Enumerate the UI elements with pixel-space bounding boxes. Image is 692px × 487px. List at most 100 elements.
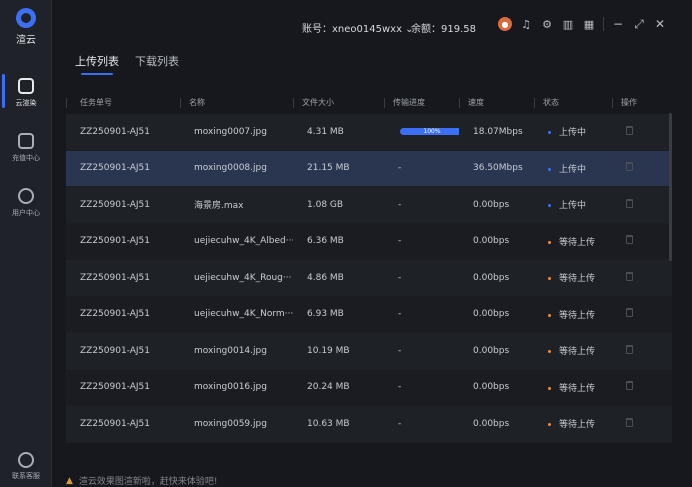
actions-cell [612,235,672,247]
column-header-speed[interactable]: 速度 [459,97,534,108]
status-badge: 等待上传 [559,237,596,248]
table-row[interactable]: ZZ250901-AJ51 海景房.max 1.08 GB - 0.00bps … [66,187,672,224]
column-header-task-id[interactable]: 任务单号 [66,97,180,108]
account-dropdown[interactable]: 账号：xneo0145wxx ⌄ [302,20,414,35]
status-badge: 上传中 [559,128,587,139]
gift-icon[interactable]: ▦ [582,17,596,31]
balance-text: 余额：919.58 [411,24,476,35]
status-badge: 等待上传 [559,310,596,321]
sidebar-item-user-center[interactable]: 用户中心 [0,188,52,218]
tab-download-list[interactable]: 下载列表 [135,53,179,75]
user-icon [18,188,34,204]
status-badge: 等待上传 [559,274,596,285]
status-dot-icon [548,313,551,317]
announcement-icon: ▲ [66,475,73,486]
table-row[interactable]: ZZ250901-AJ51 moxing0007.jpg 4.31 MB 100… [66,114,672,151]
status-badge: 等待上传 [559,383,596,394]
table-row[interactable]: ZZ250901-AJ51 moxing0059.jpg 10.63 MB - … [66,406,672,443]
actions-cell [612,198,672,211]
file-size-cell: 1.08 GB [307,199,344,210]
status-dot-icon [548,350,551,354]
speed-cell: 0.00bps [473,272,510,283]
speed-cell: 36.50Mbps [473,163,523,174]
contact-support-label: 联系客服 [12,472,40,480]
trash-icon[interactable] [626,381,633,391]
speed-cell: 18.07Mbps [473,126,523,137]
upload-table: 任务单号 名称 文件大小 传输进度 速度 状态 操作 ZZ250901-AJ51… [66,92,672,443]
trash-icon[interactable] [626,162,633,172]
speed-cell: 0.00bps [473,345,510,356]
status-cell: 上传中 [534,198,612,211]
transfer-tabs: 上传列表 下载列表 [75,53,179,75]
file-name-cell: moxing0059.jpg [194,418,267,429]
task-id-cell: ZZ250901-AJ51 [80,418,151,429]
actions-cell [612,308,672,320]
logo-text: 渲云 [16,35,36,46]
book-icon[interactable]: ▥ [561,17,575,31]
logo-icon [16,8,36,28]
sidebar-item-label: 云渲染 [15,99,37,107]
trash-icon[interactable] [626,308,633,318]
table-row[interactable]: ZZ250901-AJ51 uejiecuhw_4K_Norm··· 6.93 … [66,296,672,333]
sidebar-item-recharge[interactable]: 充值中心 [0,133,52,163]
header: 账号：xneo0145wxx ⌄ 余额：919.58 ● ♫ ⚙ ▥ ▦ − ⤢… [52,0,692,48]
file-size-cell: 6.93 MB [307,309,344,320]
task-id-cell: ZZ250901-AJ51 [80,126,151,137]
file-size-cell: 21.15 MB [307,163,350,174]
status-badge: 上传中 [559,201,587,212]
maximize-icon[interactable]: ⤢ [632,17,646,31]
table-body: ZZ250901-AJ51 moxing0007.jpg 4.31 MB 100… [66,114,672,443]
table-row[interactable]: ZZ250901-AJ51 uejiecuhw_4K_Roug··· 4.86 … [66,260,672,297]
status-cell: 上传中 [534,125,612,138]
trash-icon[interactable] [626,417,633,427]
gear-icon[interactable]: ⚙ [540,17,554,31]
file-name-cell: uejiecuhw_4K_Albed··· [194,236,293,247]
divider [603,17,604,31]
trash-icon[interactable] [626,235,633,245]
speed-cell: 0.00bps [473,199,510,210]
progress-cell: - [398,272,402,283]
wallet-icon [18,133,34,149]
file-name-cell: moxing0008.jpg [194,163,267,174]
status-dot-icon [548,204,551,208]
table-row[interactable]: ZZ250901-AJ51 uejiecuhw_4K_Albed··· 6.36… [66,223,672,260]
column-header-progress[interactable]: 传输进度 [384,97,459,108]
table-row[interactable]: ZZ250901-AJ51 moxing0008.jpg 21.15 MB - … [66,150,672,187]
table-row[interactable]: ZZ250901-AJ51 moxing0014.jpg 10.19 MB - … [66,333,672,370]
column-header-status[interactable]: 状态 [534,97,612,108]
contact-support[interactable]: 联系客服 [0,452,52,481]
progress-cell: - [398,199,402,210]
bell-icon[interactable]: ♫ [519,17,533,31]
trash-icon[interactable] [626,198,633,208]
actions-cell [612,162,672,174]
tab-upload-list[interactable]: 上传列表 [75,53,119,75]
close-icon[interactable]: ✕ [653,17,667,31]
status-badge: 上传中 [559,164,587,175]
sidebar: 渲云 云渲染 充值中心 用户中心 联系客服 [0,0,52,487]
cloud-render-icon [18,78,34,94]
scrollbar[interactable] [669,113,672,261]
sidebar-item-label: 用户中心 [12,209,40,217]
minimize-icon[interactable]: − [611,17,625,31]
status-badge: 等待上传 [559,420,596,431]
status-cell: 等待上传 [534,417,612,430]
speed-cell: 0.00bps [473,382,510,393]
notice-bar[interactable]: ▲ 渲云效果图渲新啦，赶快来体验吧! [66,474,218,487]
column-header-size[interactable]: 文件大小 [293,97,384,108]
actions-cell [612,271,672,284]
file-size-cell: 6.36 MB [307,236,344,247]
trash-icon[interactable] [626,125,633,135]
column-header-actions: 操作 [612,97,672,108]
trash-icon[interactable] [626,271,633,281]
progress-bar: 100% [400,128,459,136]
status-cell: 等待上传 [534,381,612,394]
avatar[interactable]: ● [498,17,512,31]
trash-icon[interactable] [626,344,633,354]
table-row[interactable]: ZZ250901-AJ51 moxing0016.jpg 20.24 MB - … [66,369,672,406]
status-cell: 等待上传 [534,235,612,248]
column-header-name[interactable]: 名称 [180,97,293,108]
task-id-cell: ZZ250901-AJ51 [80,236,151,247]
sidebar-item-cloud-render[interactable]: 云渲染 [0,78,52,108]
status-cell: 等待上传 [534,271,612,284]
task-id-cell: ZZ250901-AJ51 [80,199,151,210]
